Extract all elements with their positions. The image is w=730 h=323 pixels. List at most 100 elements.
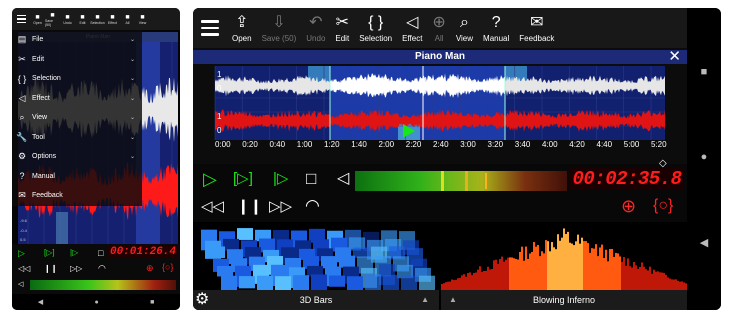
rewind-icon[interactable]: ◁◁ [18,264,30,273]
record-icon[interactable]: ⊕ [621,197,636,215]
portrait-toolbar: ■ Open ■ Save (50) ■ Undo ■ Edit ■ Selection ■ Effe… [12,8,180,30]
menu-icon[interactable] [193,8,227,48]
menu-item-label: Edit [32,55,45,63]
open-icon: ⇪ [235,14,249,31]
portrait-toolbar-button[interactable]: ■ View [135,8,150,30]
recents-icon[interactable]: ■ [687,66,721,78]
play-from-cursor-icon[interactable]: |▷ [70,248,78,257]
rewind-icon[interactable]: ◁◁ [201,198,224,216]
time-label: 3:00 [460,140,476,149]
chevron-down-icon: ⌄ [130,56,136,63]
portrait-toolbar-button[interactable]: ■ Effect [105,8,120,30]
menu-item-view[interactable]: ⌕ View ⌄ [12,108,142,128]
play-icon[interactable]: ▷ [203,170,217,188]
triangle-up-icon[interactable]: ▲ [449,290,457,310]
menu-item-selection[interactable]: { } Selection ⌄ [12,69,142,89]
3d-bars-svg [201,228,435,290]
menu-item-effect[interactable]: ◁ Effect ⌄ [12,89,142,109]
visualizer-left-name[interactable]: 3D Bars [300,295,333,305]
playback-timer: 00:02:35.8 [570,168,684,190]
system-navbar: ■ ● ◀ [687,8,721,310]
pause-icon[interactable]: ❙❙ [237,198,262,216]
portrait-toolbar-button[interactable]: ■ Save (50) [45,8,60,30]
app-screen: ⇪ Open ⇩ Save (50) ↶ Undo ✂ Edit { } Selection ◁ Ef… [193,8,687,310]
play-selection-icon[interactable]: [▷] [44,248,55,257]
menu-item-file[interactable]: ▤ File ⌄ [12,30,142,50]
undo-icon: ↶ [309,14,323,31]
play-selection-icon[interactable]: [▷] [233,170,253,188]
toolbar-label: Save (50) [45,18,53,27]
menu-item-options[interactable]: ⚙ Options ⌄ [12,147,142,167]
toolbar-label: Save (50) [261,34,297,43]
stop-icon[interactable]: □ [306,170,316,188]
fast-forward-icon[interactable]: ▷▷ [70,264,82,273]
portrait-toolbar-button[interactable]: ■ Open [30,8,45,30]
edit-icon: ✂ [335,14,349,31]
toolbar-label: Open [232,34,252,43]
play-icon[interactable]: ▷ [18,248,25,259]
menu-item-label: Selection [32,75,61,83]
db-label: 0.5 [20,237,26,242]
portrait-toolbar-button[interactable]: ■ Selection [90,8,105,30]
chevron-down-icon: ⌄ [130,95,136,102]
menu-item-edit[interactable]: ✂ Edit ⌄ [12,50,142,70]
portrait-toolbar-button[interactable]: ■ All [120,8,135,30]
menu-item-feedback[interactable]: ✉ Feedback [12,186,142,206]
time-label: 2:40 [433,140,449,149]
save-icon: ⇩ [272,14,286,31]
loop-record-icon[interactable]: {○} [653,197,673,215]
portrait-toolbar-button[interactable]: ■ Edit [75,8,90,30]
portrait-toolbar-button[interactable]: ■ Undo [60,8,75,30]
feedback-icon: ✉ [530,14,544,31]
envelope-icon: ✉ [18,190,26,201]
visualizer-right-name[interactable]: Blowing Inferno [533,295,595,305]
wrench-icon: 🔧 [16,131,28,142]
undo-button[interactable]: ↶ Undo [301,8,330,48]
time-label: 4:20 [569,140,585,149]
effect-button[interactable]: ◁ Effect [397,8,427,48]
stop-icon[interactable]: □ [98,248,103,258]
toolbar-label: Edit [335,34,350,43]
menu-icon[interactable] [12,8,30,30]
volume-icon[interactable]: ◁ [337,170,349,188]
loop-record-icon[interactable]: {○} [162,262,173,272]
position-marker-icon[interactable]: ◇ [659,158,667,169]
triangle-up-icon[interactable]: ▲ [421,290,429,310]
gear-icon: ⚙ [17,151,27,162]
recents-icon[interactable]: ■ [150,299,154,306]
view-button[interactable]: ⌕ View [451,8,478,48]
volume-icon[interactable]: ◁ [18,280,23,288]
edit-button[interactable]: ✂ Edit [330,8,354,48]
save-button[interactable]: ⇩ Save (50) [257,8,302,48]
toolbar-label: Edit [79,20,86,25]
portrait-controls: ▷ [▷] |▷ □ 00:01:26.4 ◁◁ ❙❙ ▷▷ ◠ ⊕ {○} ◁ [12,244,180,294]
feedback-button[interactable]: ✉ Feedback [514,8,559,48]
play-from-cursor-icon[interactable]: |▷ [273,170,288,188]
speed-icon[interactable]: ◠ [98,263,106,274]
toolbar-icon: ■ [80,13,85,21]
manual-button[interactable]: ? Manual [478,8,514,48]
back-icon[interactable]: ◀ [687,236,721,249]
toolbar-label: Selection [90,20,105,25]
open-button[interactable]: ⇪ Open [227,8,257,48]
fast-forward-icon[interactable]: ▷▷ [269,198,292,216]
braces-icon: { } [17,73,27,84]
chevron-down-icon: ⌄ [130,76,136,83]
selection-button[interactable]: { } Selection [354,8,397,48]
zoom-all-button[interactable]: ⊕ All [427,8,450,48]
home-icon[interactable]: ● [94,299,98,306]
effect-icon: ◁ [406,14,419,31]
menu-item-manual[interactable]: ? Manual [12,167,142,187]
home-icon[interactable]: ● [687,151,721,163]
menu-item-tool[interactable]: 🔧 Tool ⌄ [12,128,142,148]
effect-icon: ◁ [18,92,26,103]
back-icon[interactable]: ◀ [38,298,43,306]
gear-icon[interactable]: ⚙ [195,290,209,310]
record-icon[interactable]: ⊕ [146,263,154,274]
selection-icon: { } [368,14,384,31]
pause-icon[interactable]: ❙❙ [44,264,57,273]
channel-label: 0 [217,126,222,135]
time-label: 0:20 [242,140,258,149]
speed-dial-icon[interactable]: ◠ [305,197,320,215]
phone-landscape: ⇪ Open ⇩ Save (50) ↶ Undo ✂ Edit { } Selection ◁ Ef… [193,8,721,310]
